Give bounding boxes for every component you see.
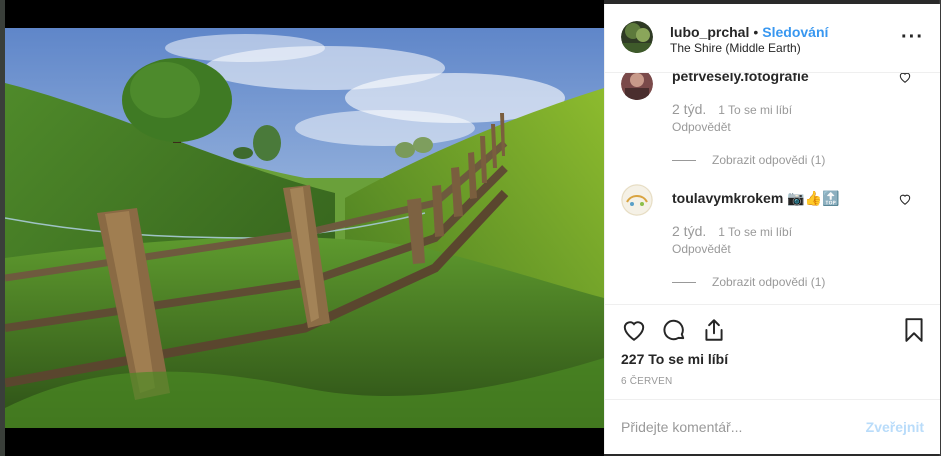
commenter-avatar[interactable]	[621, 184, 653, 216]
add-comment-bar: Přidejte komentář... Zveřejnit	[605, 399, 940, 455]
comments-list[interactable]: petrvesely.fotografie 2 týd. 1 To se mi l…	[605, 73, 940, 303]
reply-button[interactable]: Odpovědět	[672, 120, 731, 134]
share-icon[interactable]	[701, 317, 727, 343]
comment-icon[interactable]	[661, 317, 687, 343]
divider	[672, 160, 696, 162]
post-comment-button[interactable]: Zveřejnit	[866, 419, 924, 435]
comment-input[interactable]: Přidejte komentář...	[621, 419, 742, 435]
commenter-username[interactable]: toulavymkrokem 📷👍🔝	[672, 190, 839, 207]
comment-heart-icon[interactable]	[898, 73, 912, 84]
comment-item: toulavymkrokem 📷👍🔝 2 týd. 1 To se mi líbí…	[605, 181, 940, 291]
commenter-avatar[interactable]	[621, 73, 653, 100]
action-bar: 227 To se mi líbí 6 ČERVEN	[605, 304, 940, 400]
likes-count[interactable]: 227 To se mi líbí	[621, 351, 728, 367]
comment-likes[interactable]: 1 To se mi líbí	[718, 225, 792, 239]
comment-emojis: 📷👍🔝	[787, 190, 840, 206]
reply-button[interactable]: Odpovědět	[672, 242, 731, 256]
author-username[interactable]: lubo_prchal	[670, 24, 749, 40]
post-sidebar: lubo_prchal • Sledování The Shire (Middle …	[604, 4, 940, 454]
comment-meta: 2 týd. 1 To se mi líbí	[672, 223, 792, 239]
post-date[interactable]: 6 ČERVEN	[621, 376, 672, 387]
more-horizontal-icon[interactable]: ···	[901, 26, 924, 49]
separator: •	[753, 24, 759, 40]
comment-age[interactable]: 2 týd.	[672, 223, 706, 239]
comment-heart-icon[interactable]	[898, 192, 912, 206]
comment-item: petrvesely.fotografie 2 týd. 1 To se mi l…	[605, 73, 940, 169]
bookmark-icon[interactable]	[901, 317, 927, 343]
comment-meta: 2 týd. 1 To se mi líbí	[672, 101, 792, 117]
heart-icon[interactable]	[621, 317, 647, 343]
view-replies[interactable]: Zobrazit odpovědi (1)	[672, 275, 825, 289]
view-replies[interactable]: Zobrazit odpovědi (1)	[672, 153, 825, 167]
follow-button[interactable]: Sledování	[762, 24, 828, 40]
landscape-photo	[5, 28, 604, 428]
comment-age[interactable]: 2 týd.	[672, 101, 706, 117]
commenter-username[interactable]: petrvesely.fotografie	[672, 73, 809, 84]
post-photo	[5, 0, 604, 456]
author-line: lubo_prchal • Sledování	[670, 24, 828, 40]
comment-likes[interactable]: 1 To se mi líbí	[718, 103, 792, 117]
post-location[interactable]: The Shire (Middle Earth)	[670, 41, 801, 55]
post-header: lubo_prchal • Sledování The Shire (Middle …	[605, 4, 940, 73]
divider	[672, 282, 696, 284]
author-avatar[interactable]	[621, 21, 653, 53]
